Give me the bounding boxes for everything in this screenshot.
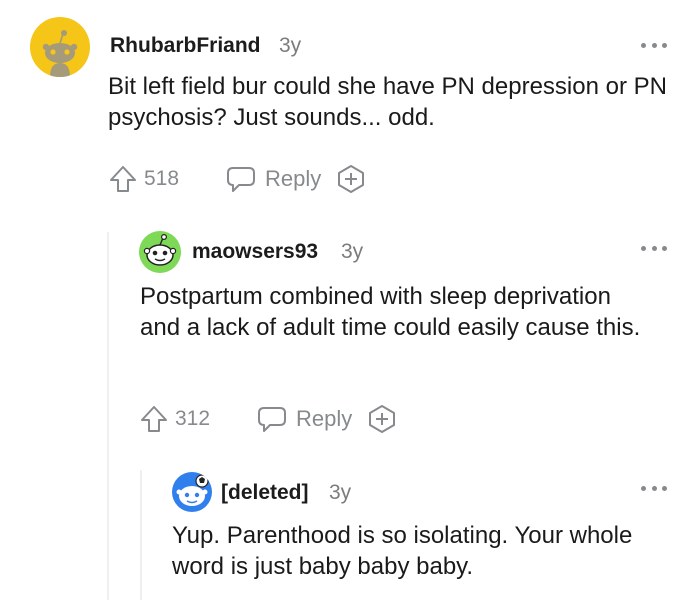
username[interactable]: maowsers93	[192, 240, 318, 264]
thread-line	[107, 232, 109, 600]
timestamp: 3y	[341, 240, 364, 263]
upvote-button[interactable]: 518	[108, 164, 179, 194]
thread-line	[140, 470, 142, 600]
award-button[interactable]	[335, 163, 367, 195]
more-options-icon[interactable]	[641, 40, 667, 50]
username: [deleted]	[221, 481, 309, 504]
reply-label: Reply	[265, 166, 322, 191]
more-options-icon[interactable]	[641, 483, 667, 493]
award-plus-icon	[369, 405, 396, 433]
reply-button[interactable]: Reply	[225, 164, 321, 194]
comment-body: Yup. Parenthood is so isolating. Your wh…	[172, 522, 633, 580]
speech-bubble-icon	[227, 167, 256, 192]
upvote-count: 312	[175, 407, 211, 430]
timestamp: 3y	[329, 481, 352, 504]
reply-label: Reply	[296, 406, 353, 431]
comment-actions: 312 Reply	[139, 402, 398, 436]
arrow-up-icon	[141, 406, 167, 432]
avatar[interactable]	[30, 17, 90, 77]
upvote-count: 518	[144, 167, 180, 190]
more-options-icon[interactable]	[641, 243, 667, 253]
avatar[interactable]	[139, 231, 181, 273]
comment-body: Bit left field bur could she have PN dep…	[108, 73, 667, 131]
award-button[interactable]	[366, 403, 398, 435]
comment-body: Postpartum combined with sleep deprivati…	[140, 283, 641, 341]
reply-button[interactable]: Reply	[256, 404, 352, 434]
avatar[interactable]	[172, 472, 212, 512]
comment-actions: 518 Reply	[108, 162, 367, 196]
speech-bubble-icon	[258, 407, 287, 432]
arrow-up-icon	[110, 166, 136, 192]
upvote-button[interactable]: 312	[139, 404, 210, 434]
timestamp: 3y	[279, 34, 302, 57]
username[interactable]: RhubarbFriand	[110, 34, 261, 58]
award-plus-icon	[338, 165, 365, 193]
